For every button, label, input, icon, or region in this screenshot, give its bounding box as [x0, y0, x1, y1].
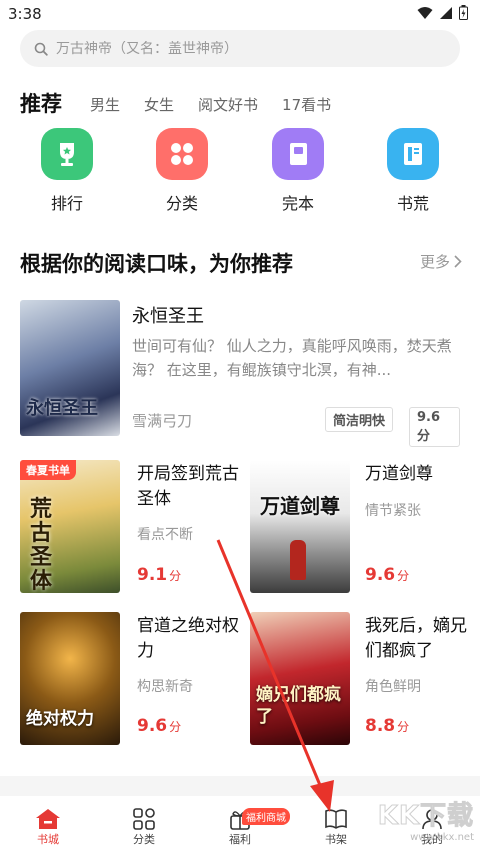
cover-figure [290, 540, 306, 580]
book-subtitle: 看点不断 [137, 527, 193, 543]
quick-finished-label: 完本 [281, 194, 314, 213]
quick-category[interactable]: 分类 [142, 128, 222, 214]
grid-icon [133, 808, 155, 830]
nav-label: 书城 [37, 833, 59, 846]
book-card[interactable]: 春夏书单 荒古圣体 开局签到荒古圣体 看点不断 9.1 分 [20, 460, 240, 595]
book-title: 永恒圣王 [132, 306, 204, 327]
watermark-url: www.kkx.net [410, 832, 474, 843]
quick-category-label: 分类 [165, 194, 198, 213]
grid-icon [156, 128, 208, 180]
trophy-icon [41, 128, 93, 180]
status-time: 3:38 [8, 5, 42, 23]
book-score: 8.8 分 [365, 716, 409, 736]
book-cover: 嫡兄们都疯了 [250, 612, 350, 745]
score-value: 8.8 [365, 716, 396, 736]
tab-female[interactable]: 女生 [144, 94, 174, 118]
nav-category[interactable]: 分类 [96, 796, 192, 853]
quick-finished[interactable]: 完本 [258, 128, 338, 214]
home-icon [36, 809, 60, 829]
score-value: 9.6 [137, 716, 168, 736]
book-card[interactable]: 嫡兄们都疯了 我死后，嫡兄们都疯了 角色鲜明 8.8 分 [250, 612, 470, 747]
welfare-badge: 福利商城 [242, 808, 290, 825]
nav-bookstore[interactable]: 书城 [0, 796, 96, 853]
tab-male[interactable]: 男生 [90, 94, 120, 118]
nav-label: 福利 [229, 833, 251, 846]
book-title: 开局签到荒古圣体 [137, 464, 239, 509]
search-icon [34, 42, 48, 56]
signal-icon [440, 6, 452, 19]
featured-book[interactable]: 永恒圣王 永恒圣王 世间可有仙？ 仙人之力，真能呼风唤雨，焚天煮海？ 在这里，有… [20, 300, 460, 447]
cover-title: 绝对权力 [26, 709, 94, 729]
book-subtitle: 角色鲜明 [365, 679, 421, 695]
book-cover: 万道剑尊 [250, 460, 350, 593]
book-cover: 绝对权力 [20, 612, 120, 745]
search-bar[interactable] [20, 30, 460, 67]
book-description: 世间可有仙？ 仙人之力，真能呼风唤雨，焚天煮海？ 在这里，有鲲族镇守北溟，有神.… [132, 337, 452, 379]
score-value: 9.6 [365, 565, 396, 585]
nav-welfare[interactable]: 福利 福利商城 [192, 796, 290, 853]
cover-title: 荒古圣体 [30, 497, 53, 594]
book-icon [272, 128, 324, 180]
book-title: 我死后，嫡兄们都疯了 [365, 616, 467, 661]
status-bar: 3:38 [0, 0, 480, 28]
quick-entries: 排行 分类 完本 书荒 [0, 128, 480, 220]
battery-icon [459, 5, 468, 20]
section-divider [0, 776, 480, 796]
book-title: 官道之绝对权力 [137, 616, 239, 661]
cover-badge: 春夏书单 [20, 460, 76, 480]
book-card[interactable]: 绝对权力 官道之绝对权力 构思新奇 9.6 分 [20, 612, 240, 747]
wifi-icon [417, 6, 433, 19]
book-tag: 简洁明快 [325, 407, 394, 432]
tab-yuewen[interactable]: 阅文好书 [198, 94, 258, 118]
tab-17kan[interactable]: 17看书 [282, 94, 331, 118]
more-link[interactable]: 更多 [420, 251, 462, 272]
category-tabs: 推荐 男生 女生 阅文好书 17看书 [20, 82, 355, 118]
book-cover: 春夏书单 荒古圣体 [20, 460, 120, 593]
score-value: 9.1 [137, 565, 168, 585]
quick-ranking-label: 排行 [50, 194, 83, 213]
book-author: 雪满弓刀 [132, 412, 193, 430]
book-score: 9.1 分 [137, 565, 181, 585]
nav-label: 分类 [133, 833, 155, 846]
book-subtitle: 构思新奇 [137, 679, 193, 695]
book-score: 9.6 分 [137, 716, 181, 736]
cover-title: 永恒圣王 [26, 398, 98, 419]
book-title: 万道剑尊 [365, 464, 433, 484]
cover-title: 万道剑尊 [260, 494, 340, 518]
nav-bookshelf[interactable]: 书架 [288, 796, 384, 853]
book-cover: 永恒圣王 [20, 300, 120, 436]
book-subtitle: 情节紧张 [365, 503, 421, 519]
quick-bookfamine-label: 书荒 [396, 194, 429, 213]
booklist-icon [387, 128, 439, 180]
watermark-logo: KK下载 www.kkx.net [377, 795, 474, 844]
chevron-right-icon [454, 255, 462, 268]
score-unit: 分 [397, 569, 410, 583]
status-icons [417, 5, 468, 20]
book-card[interactable]: 万道剑尊 万道剑尊 情节紧张 9.6 分 [250, 460, 470, 595]
nav-label: 书架 [325, 833, 347, 846]
cover-title: 嫡兄们都疯了 [256, 685, 341, 727]
book-score: 9.6 分 [365, 565, 409, 585]
more-label: 更多 [419, 253, 450, 271]
bookshelf-icon [325, 809, 347, 829]
search-input[interactable] [56, 40, 436, 57]
score-unit: 分 [397, 720, 410, 734]
quick-ranking[interactable]: 排行 [27, 128, 107, 214]
quick-bookfamine[interactable]: 书荒 [373, 128, 453, 214]
section-title: 根据你的阅读口味，为你推荐 [20, 252, 293, 276]
score-unit: 分 [169, 569, 182, 583]
score-unit: 分 [169, 720, 182, 734]
book-score-tag: 9.6分 [409, 407, 460, 447]
tab-recommend[interactable]: 推荐 [20, 88, 62, 118]
watermark-text: KK下载 [377, 801, 474, 832]
